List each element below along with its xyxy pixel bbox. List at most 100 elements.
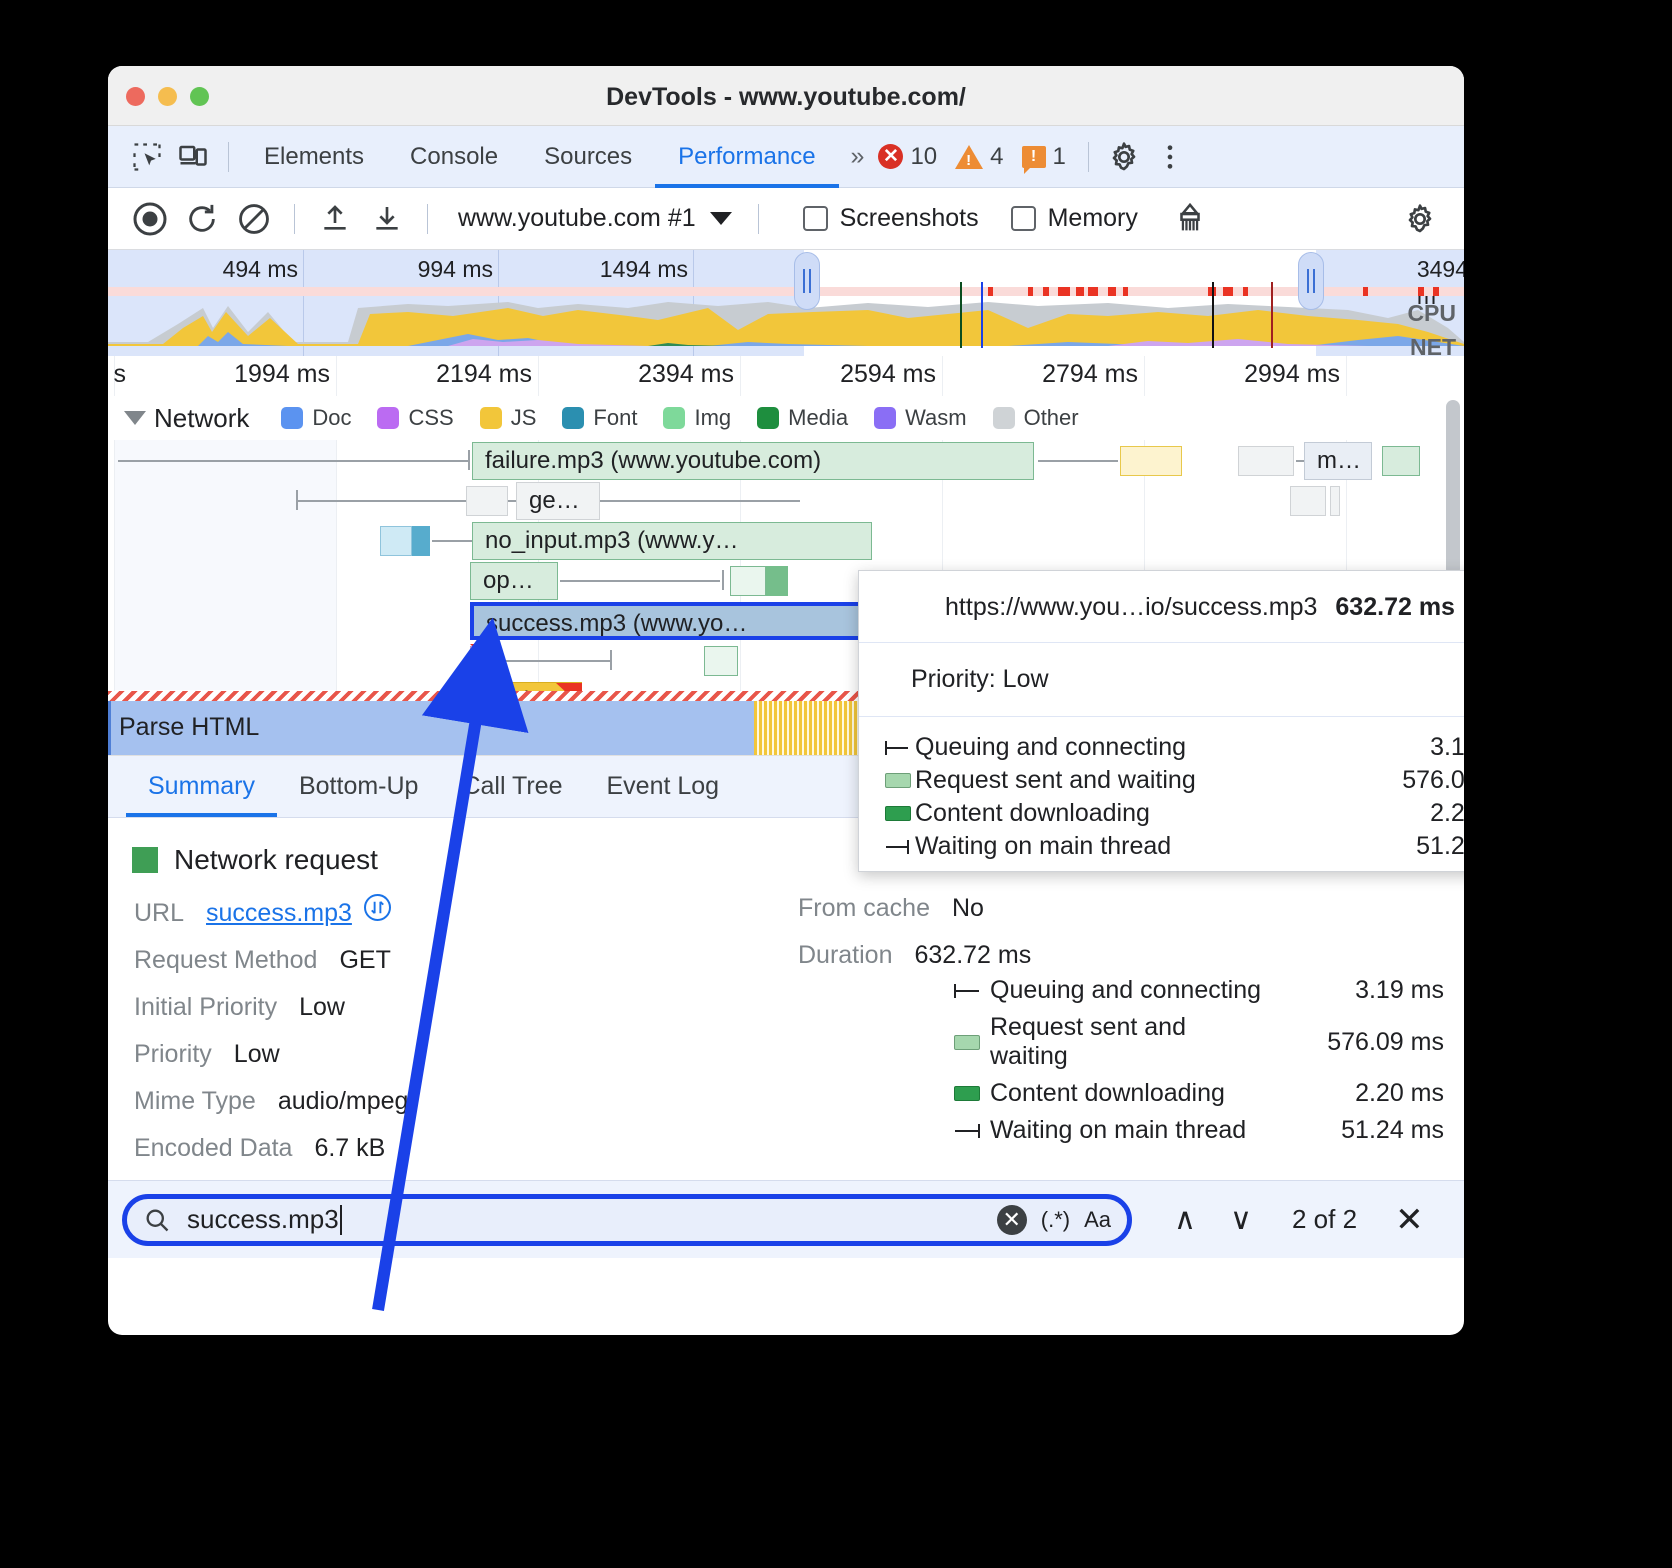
url-link[interactable]: success.mp3 bbox=[206, 899, 352, 928]
screenshots-checkbox[interactable]: Screenshots bbox=[803, 204, 979, 233]
reload-and-record-button[interactable] bbox=[178, 195, 226, 243]
legend-label: Wasm bbox=[905, 405, 967, 431]
field-value: 6.7 kB bbox=[314, 1134, 385, 1163]
issue-count-badge[interactable]: ! 1 bbox=[1022, 143, 1066, 171]
garbage-collect-icon[interactable] bbox=[1166, 195, 1214, 243]
reveal-in-network-icon[interactable] bbox=[364, 894, 391, 921]
bracket-right-icon bbox=[944, 1121, 990, 1141]
tooltip-row: Content downloading 2.20 ms bbox=[859, 797, 1464, 830]
tab-elements[interactable]: Elements bbox=[241, 126, 387, 188]
overview-right-handle[interactable] bbox=[1298, 252, 1324, 310]
tab-performance[interactable]: Performance bbox=[655, 126, 838, 188]
performance-toolbar: www.youtube.com #1 Screenshots Memory bbox=[108, 188, 1464, 250]
network-request-row[interactable]: no_input.mp3 (www.y… bbox=[108, 522, 1464, 560]
duration-value: 3.19 ms bbox=[1355, 976, 1444, 1005]
recording-select[interactable]: www.youtube.com #1 bbox=[458, 204, 732, 233]
devtools-tabbar: Elements Console Sources Performance » ✕… bbox=[108, 126, 1464, 188]
tab-event-log[interactable]: Event Log bbox=[585, 759, 742, 817]
duration-label: Content downloading bbox=[990, 1079, 1225, 1108]
tab-sources[interactable]: Sources bbox=[521, 126, 655, 188]
save-profile-icon[interactable] bbox=[363, 195, 411, 243]
flame-scrollbar[interactable] bbox=[1446, 400, 1460, 576]
triangle-down-icon bbox=[124, 411, 146, 425]
tooltip-priority: Priority: Low bbox=[859, 643, 1464, 717]
search-input[interactable]: success.mp3 ✕ (.*) Aa bbox=[122, 1194, 1132, 1246]
search-icon bbox=[143, 1206, 171, 1234]
field-key: From cache bbox=[798, 894, 930, 923]
field-mime-type: Mime Type audio/mpeg bbox=[134, 1087, 788, 1116]
network-request-bar-success[interactable]: success.mp3 (www.yo… bbox=[470, 602, 870, 640]
field-initial-priority: Initial Priority Low bbox=[134, 993, 788, 1022]
window-title: DevTools - www.youtube.com/ bbox=[108, 83, 1464, 112]
legend-swatch bbox=[874, 407, 896, 429]
inspect-element-icon[interactable] bbox=[124, 134, 170, 180]
tab-call-tree[interactable]: Call Tree bbox=[440, 759, 584, 817]
swatch-request-sent-icon bbox=[944, 1035, 990, 1050]
memory-checkbox[interactable]: Memory bbox=[1011, 204, 1138, 233]
record-button[interactable] bbox=[126, 195, 174, 243]
network-section-header[interactable]: Network Doc CSS JS Font Img Media Wasm O… bbox=[108, 400, 1096, 436]
overview-network-band bbox=[108, 284, 1464, 298]
legend-swatch bbox=[480, 407, 502, 429]
network-request-bar[interactable]: m… bbox=[1304, 442, 1372, 480]
legend-label: JS bbox=[511, 405, 537, 431]
overview-cpu-label: CPU bbox=[1407, 300, 1456, 327]
duration-label: Queuing and connecting bbox=[990, 976, 1261, 1005]
summary-title: Network request bbox=[174, 844, 378, 876]
tooltip-url: https://www.you…io/success.mp3 bbox=[945, 593, 1317, 622]
chevron-down-icon bbox=[710, 212, 732, 225]
search-navigation: ∧ ∨ 2 of 2 ✕ bbox=[1162, 1200, 1424, 1240]
network-request-bar[interactable]: failure.mp3 (www.youtube.com) bbox=[472, 442, 1034, 480]
legend-label: CSS bbox=[408, 405, 453, 431]
more-options-icon[interactable] bbox=[1147, 134, 1193, 180]
tooltip-row-label: Request sent and waiting bbox=[915, 766, 1402, 795]
network-request-bar[interactable]: ge… bbox=[516, 482, 600, 520]
legend-label: Font bbox=[593, 405, 637, 431]
field-key: Initial Priority bbox=[134, 993, 277, 1022]
tooltip-row: Request sent and waiting 576.09 ms bbox=[859, 764, 1464, 797]
regex-toggle[interactable]: (.*) bbox=[1041, 1207, 1070, 1233]
screenshot-root: DevTools - www.youtube.com/ Elements Con… bbox=[0, 0, 1672, 1568]
main-thread-event-parse-html[interactable]: Parse HTML bbox=[108, 701, 754, 755]
network-request-bar[interactable]: no_input.mp3 (www.y… bbox=[472, 522, 872, 560]
search-prev-icon[interactable]: ∧ bbox=[1162, 1202, 1208, 1237]
clear-recording-button[interactable] bbox=[230, 195, 278, 243]
network-request-row[interactable]: ge… bbox=[108, 482, 1464, 520]
tab-bottom-up[interactable]: Bottom-Up bbox=[277, 759, 440, 817]
legend-swatch bbox=[562, 407, 584, 429]
settings-gear-icon[interactable] bbox=[1101, 134, 1147, 180]
warning-count-badge[interactable]: 4 bbox=[955, 143, 1003, 171]
field-value: GET bbox=[339, 946, 390, 975]
checkbox-box bbox=[1011, 206, 1036, 231]
issue-count-label: 1 bbox=[1053, 143, 1066, 171]
bracket-left-icon bbox=[881, 738, 915, 758]
overview-tick: 1494 ms bbox=[600, 256, 688, 283]
tab-summary[interactable]: Summary bbox=[126, 759, 277, 817]
error-count-badge[interactable]: ✕ 10 bbox=[878, 143, 937, 171]
network-request-tooltip: https://www.you…io/success.mp3 632.72 ms… bbox=[858, 570, 1464, 872]
timeline-overview[interactable]: 494 ms 994 ms 1494 ms 1994 ms 2494 ms 29… bbox=[108, 250, 1464, 356]
field-value: No bbox=[952, 894, 984, 923]
search-value: success.mp3 bbox=[187, 1204, 339, 1235]
search-next-icon[interactable]: ∨ bbox=[1218, 1202, 1264, 1237]
match-case-toggle[interactable]: Aa bbox=[1084, 1207, 1111, 1233]
tooltip-row: Waiting on main thread 51.24 ms bbox=[859, 830, 1464, 863]
issue-icon: ! bbox=[1022, 146, 1046, 168]
swatch-content-downloading-icon bbox=[881, 806, 915, 821]
ruler-tick: 2194 ms bbox=[436, 360, 532, 389]
network-group-toggle[interactable]: Network bbox=[108, 403, 249, 434]
field-value: Low bbox=[234, 1040, 280, 1069]
tab-console[interactable]: Console bbox=[387, 126, 521, 188]
overview-left-handle[interactable] bbox=[794, 252, 820, 310]
field-url: URL success.mp3 bbox=[134, 894, 788, 928]
screenshots-label: Screenshots bbox=[840, 204, 979, 233]
network-request-bar[interactable]: op… bbox=[470, 562, 558, 600]
duration-row: Request sent and waiting 576.09 ms bbox=[944, 1013, 1444, 1071]
more-tabs-icon[interactable]: » bbox=[839, 142, 873, 171]
device-toolbar-icon[interactable] bbox=[170, 134, 216, 180]
capture-settings-gear-icon[interactable] bbox=[1396, 195, 1444, 243]
network-request-row[interactable]: failure.mp3 (www.youtube.com) m… bbox=[108, 442, 1464, 480]
clear-search-icon[interactable]: ✕ bbox=[997, 1205, 1027, 1235]
close-search-icon[interactable]: ✕ bbox=[1395, 1200, 1424, 1240]
load-profile-icon[interactable] bbox=[311, 195, 359, 243]
